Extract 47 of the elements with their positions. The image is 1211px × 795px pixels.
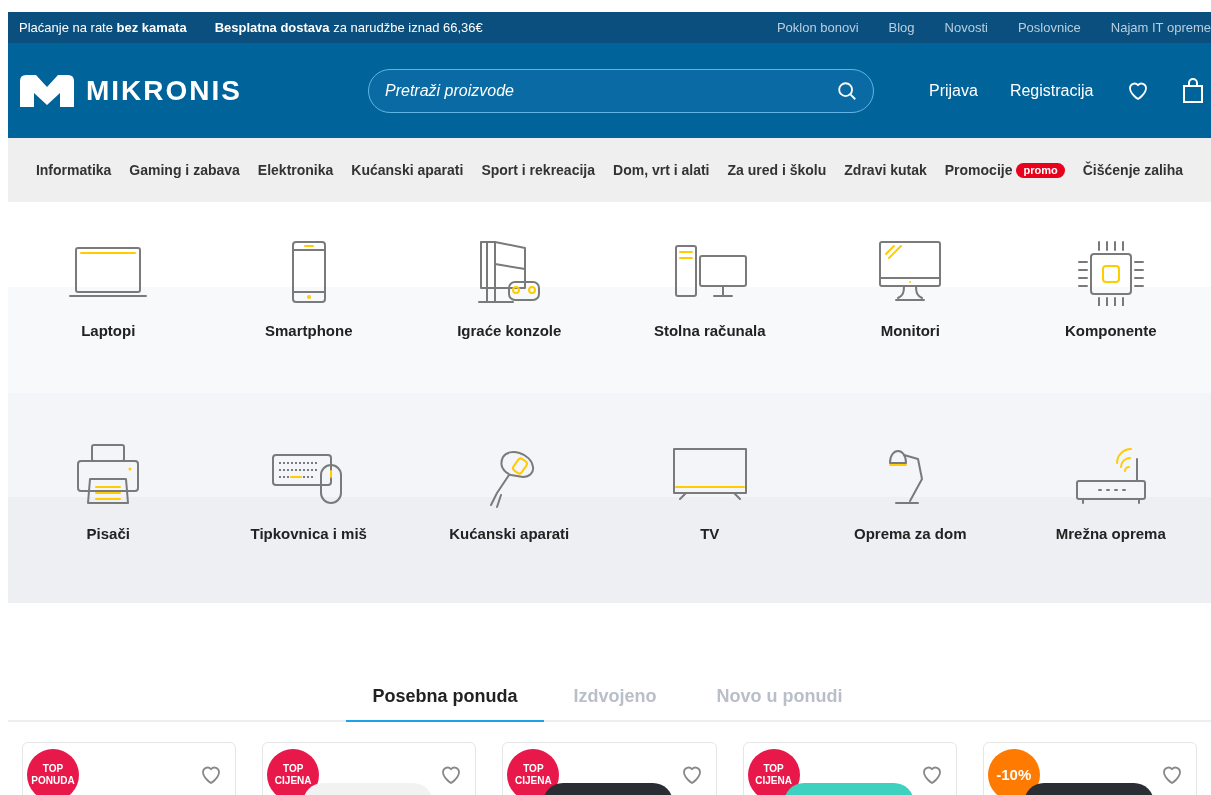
category-tile[interactable]: Komponente [1010, 238, 1211, 393]
top-link[interactable]: Poslovnice [1017, 17, 1081, 38]
discount-badge: -10% [987, 749, 1040, 795]
account-link[interactable]: Prijava [929, 78, 978, 103]
top-offer-badge: TOP CIJENA [747, 749, 800, 795]
top-offer-badge: TOP PONUDA [27, 749, 79, 795]
section-tab[interactable]: Posebna ponuda [346, 683, 544, 722]
top-offer-badge: TOP CIJENA [267, 749, 320, 795]
logo-text: MIKRONIS [86, 73, 242, 108]
category-tile[interactable]: TV [609, 441, 810, 603]
search-field[interactable]: Pretraži proizvode [368, 68, 874, 113]
category-tile[interactable]: Smartphone [208, 238, 409, 393]
top-link[interactable]: Novosti [944, 17, 988, 38]
shopping-bag-icon[interactable] [1181, 77, 1204, 104]
logo-icon [18, 72, 76, 109]
category-nav-link[interactable]: Čišćenje zaliha [1082, 159, 1184, 181]
category-tile[interactable]: Pisači [8, 441, 209, 603]
category-nav-link[interactable]: Sport i rekreacija [481, 159, 595, 181]
category-nav-link[interactable]: Zdravi kutak [844, 159, 927, 181]
search-icon[interactable] [836, 79, 858, 102]
product-card[interactable]: TOP PONUDA [22, 742, 237, 795]
category-tile[interactable]: Tipkovnica i miš [208, 441, 409, 603]
promo-badge: promo [1016, 162, 1065, 178]
category-nav-link[interactable]: Promocije promo [944, 159, 1065, 181]
top-link[interactable]: Poklon bonovi [776, 17, 859, 38]
category-tile[interactable]: Laptopi [8, 238, 209, 393]
category-tile[interactable]: Kućanski aparati [409, 441, 610, 603]
top-offer-badge: TOP CIJENA [507, 749, 560, 795]
category-tile[interactable]: Mrežna oprema [1010, 441, 1211, 603]
product-card[interactable]: TOP CIJENA [502, 742, 717, 795]
product-card[interactable]: TOP CIJENA [262, 742, 477, 795]
category-tile[interactable]: Igraće konzole [409, 238, 610, 393]
promo-text: Besplatna dostava za narudžbe iznad 66,36€ [214, 18, 483, 37]
product-card[interactable]: TOP CIJENA [742, 742, 957, 795]
promo-text: Plaćanje na rate bez kamata [19, 18, 187, 37]
category-nav-link[interactable]: Dom, vrt i alati [613, 159, 710, 181]
category-tile[interactable]: Oprema za dom [810, 441, 1011, 603]
category-nav-link[interactable]: Gaming i zabava [129, 159, 240, 181]
top-link[interactable]: Blog [888, 17, 915, 38]
category-nav-link[interactable]: Kućanski aparati [351, 159, 464, 181]
category-nav-link[interactable]: Elektronika [257, 159, 334, 181]
top-link[interactable]: Najam IT opreme [1110, 17, 1211, 38]
account-link[interactable]: Registracija [1009, 78, 1094, 103]
category-tile[interactable]: Stolna računala [609, 238, 810, 393]
category-nav-link[interactable]: Za ured i školu [727, 159, 827, 181]
category-nav-link[interactable]: Informatika [35, 159, 112, 181]
category-tile[interactable]: Monitori [810, 238, 1011, 393]
